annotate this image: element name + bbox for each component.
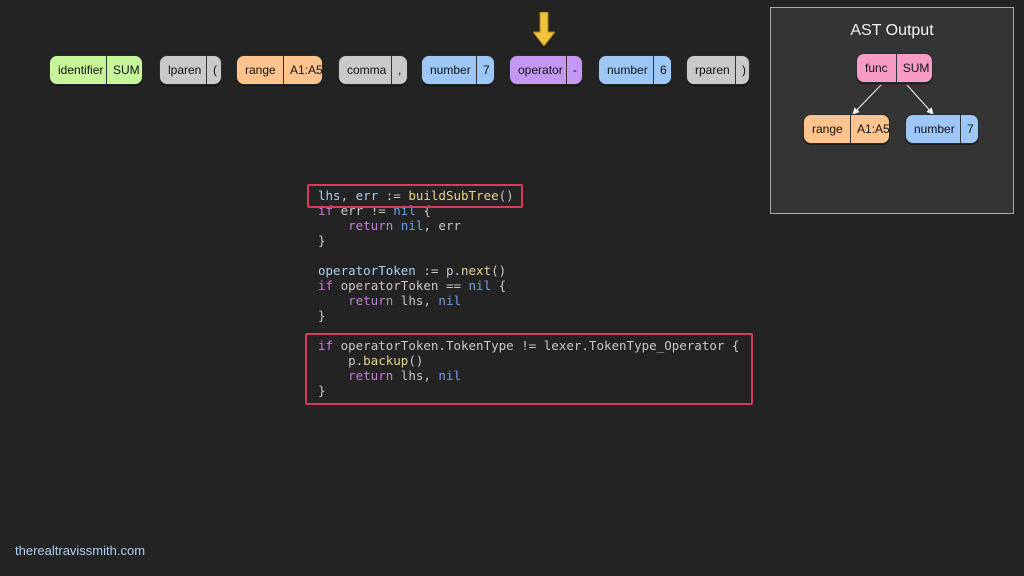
token-kind: number <box>914 122 955 136</box>
code-token: := p. <box>415 263 461 278</box>
token-operator: operator - <box>509 55 583 85</box>
code-token: } <box>318 233 326 248</box>
token-value: ( <box>206 56 221 84</box>
token-value: A1:A5 <box>850 115 889 143</box>
token-value: ) <box>735 56 749 84</box>
token-value: A1:A5 <box>283 56 322 84</box>
token-kind: operator <box>518 63 563 77</box>
highlight-box-build-subtree <box>307 184 523 208</box>
code-token: nil <box>400 218 424 233</box>
token-number: number 6 <box>598 55 672 85</box>
code-line: if operatorToken == nil { <box>318 278 739 293</box>
token-value: 7 <box>476 56 494 84</box>
token-kind: comma <box>347 63 387 77</box>
code-token: next <box>461 263 492 278</box>
code-token: operatorToken == <box>333 278 469 293</box>
token-number: number 7 <box>421 55 495 85</box>
token-range: range A1:A5 <box>236 55 323 85</box>
code-token: return <box>348 218 394 233</box>
ast-node-right: number 7 <box>905 114 979 144</box>
token-kind: func <box>865 61 888 75</box>
code-line: return lhs, nil <box>318 293 739 308</box>
ast-output-panel: AST Output func SUM range A1:A5 number 7 <box>770 7 1014 214</box>
token-value: - <box>566 56 582 84</box>
token-rparen: rparen ) <box>686 55 750 85</box>
token-stream: identifier SUM lparen ( range A1:A5 comm… <box>0 55 760 85</box>
code-token: , err <box>423 218 462 233</box>
token-kind: number <box>430 63 471 77</box>
token-identifier: identifier SUM <box>49 55 143 85</box>
token-kind: range <box>245 63 276 77</box>
code-token: return <box>348 293 394 308</box>
code-token: } <box>318 308 326 323</box>
ast-node-root: func SUM <box>856 53 933 83</box>
ast-edge-left <box>852 84 882 115</box>
token-value: SUM <box>106 56 142 84</box>
code-line: } <box>318 308 739 323</box>
footer-credit: therealtravissmith.com <box>15 543 146 558</box>
down-arrow-icon <box>533 12 555 46</box>
code-line: return nil, err <box>318 218 739 233</box>
token-value: SUM <box>895 54 932 82</box>
highlight-box-operator-check <box>305 333 753 405</box>
code-token: if <box>318 278 334 293</box>
token-kind: range <box>812 122 843 136</box>
code-token: operatorToken <box>318 263 416 278</box>
code-token: lhs, <box>393 293 439 308</box>
code-token: nil <box>468 278 492 293</box>
token-kind: rparen <box>695 63 730 77</box>
token-lparen: lparen ( <box>159 55 222 85</box>
token-comma: comma , <box>338 55 408 85</box>
ast-node-left: range A1:A5 <box>803 114 890 144</box>
ast-edge-right <box>906 84 934 115</box>
code-token: nil <box>438 293 461 308</box>
code-token: () <box>491 263 507 278</box>
token-kind: number <box>607 63 648 77</box>
code-line: operatorToken := p.next() <box>318 263 739 278</box>
code-line: } <box>318 233 739 248</box>
token-value: , <box>391 56 407 84</box>
token-value: 6 <box>653 56 671 84</box>
token-kind: lparen <box>168 63 202 77</box>
token-kind: identifier <box>58 63 104 77</box>
ast-edges <box>852 84 934 115</box>
token-value: 7 <box>960 115 978 143</box>
code-token: { <box>491 278 507 293</box>
